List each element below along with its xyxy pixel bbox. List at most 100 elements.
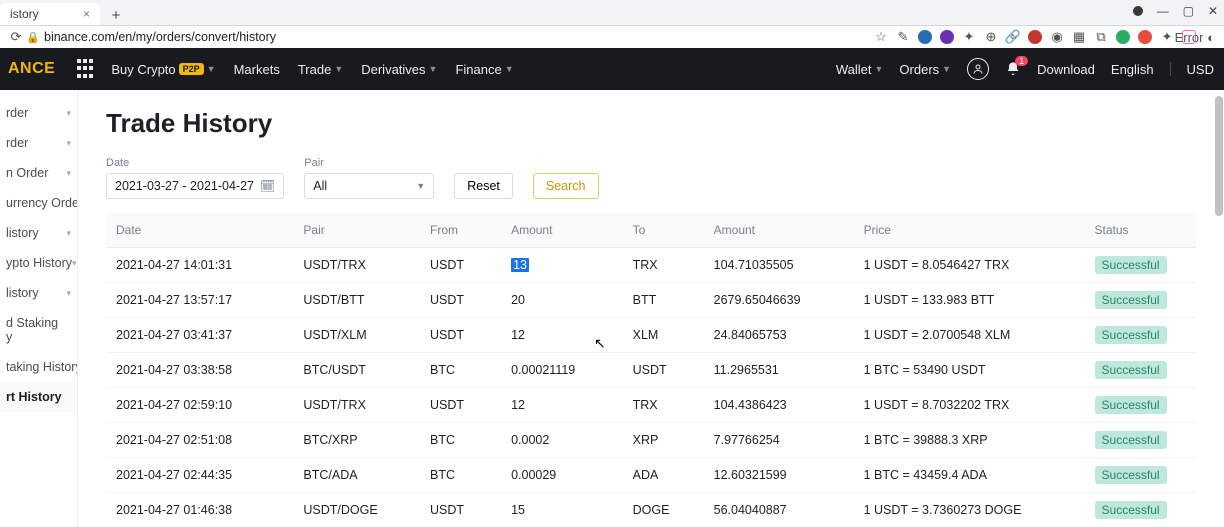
record-icon[interactable] — [1133, 6, 1143, 16]
p2p-badge: P2P — [179, 63, 204, 75]
cell-from: USDT — [420, 388, 501, 423]
ext-icon-4[interactable]: ⊕ — [984, 30, 998, 44]
nav-trade[interactable]: Trade▼ — [298, 62, 343, 77]
ext-icon-6[interactable]: ▦ — [1072, 30, 1086, 44]
scrollbar[interactable] — [1214, 90, 1224, 390]
ext-icon-8[interactable] — [1138, 30, 1152, 44]
cell-pair: USDT/TRX — [293, 388, 420, 423]
browser-chrome: istory × + — ▢ ✕ ⟳ 🔒 binance.com/en/my/o… — [0, 0, 1224, 48]
nav-language[interactable]: English — [1111, 62, 1154, 77]
ext-icon-3[interactable]: ✦ — [962, 30, 976, 44]
ext-icon-2[interactable] — [940, 30, 954, 44]
status-badge: Successful — [1095, 396, 1167, 414]
nav-derivatives[interactable]: Derivatives ▼ — [361, 62, 437, 77]
nav-label: Derivatives — [361, 62, 425, 77]
logo[interactable]: ANCE — [8, 60, 55, 78]
nav-links-right: Wallet▼ Orders▼ 1 Download English USD — [836, 58, 1214, 80]
wand-icon[interactable]: ✎ — [896, 30, 910, 44]
star-icon[interactable]: ☆ — [874, 30, 888, 44]
table-row: 2021-04-27 03:38:58BTC/USDTBTC0.00021119… — [106, 353, 1196, 388]
cell-amount-to: 11.2965531 — [704, 353, 854, 388]
scrollbar-thumb[interactable] — [1215, 96, 1223, 216]
link-icon[interactable]: 🔗 — [1006, 30, 1020, 44]
status-badge: Successful — [1095, 431, 1167, 449]
pair-select[interactable]: All ▼ — [304, 173, 434, 199]
date-range-input[interactable]: 2021-03-27 - 2021-04-27 🗓 — [106, 173, 284, 199]
cell-pair: USDT/BTT — [293, 283, 420, 318]
sidebar-item-n-order[interactable]: n Order▾ — [0, 158, 77, 188]
url-field[interactable]: binance.com/en/my/orders/convert/history — [40, 30, 874, 44]
trade-history-table: Date Pair From Amount To Amount Price St… — [106, 213, 1196, 527]
sidebar-item-crypto-history[interactable]: ypto History▾ — [0, 248, 77, 278]
sidebar-item-label: n Order — [6, 166, 48, 180]
chevron-down-icon: ▼ — [416, 181, 425, 191]
ext-icon-1[interactable] — [918, 30, 932, 44]
cell-price: 1 USDT = 133.983 BTT — [854, 283, 1085, 318]
cell-status: Successful — [1085, 283, 1196, 318]
th-from: From — [420, 213, 501, 248]
sidebar-item-history-2[interactable]: listory▾ — [0, 278, 77, 308]
nav-currency[interactable]: USD — [1187, 62, 1214, 77]
cell-amount-from: 15 — [501, 493, 623, 527]
nav-label: USD — [1187, 62, 1214, 77]
nav-download[interactable]: Download — [1037, 62, 1095, 77]
lock-icon[interactable]: 🔒 — [26, 31, 40, 44]
chevron-down-icon: ▼ — [429, 64, 438, 74]
reload-icon[interactable]: ⟳ — [6, 29, 26, 45]
maximize-icon[interactable]: ▢ — [1183, 4, 1194, 18]
close-window-icon[interactable]: ✕ — [1208, 4, 1218, 18]
sidebar-item-currency-order[interactable]: urrency Order▾ — [0, 188, 77, 218]
nav-label: Finance — [455, 62, 501, 77]
th-amount-to: Amount — [704, 213, 854, 248]
nav-orders[interactable]: Orders▼ — [899, 62, 951, 77]
nav-wallet[interactable]: Wallet▼ — [836, 62, 884, 77]
new-tab-button[interactable]: + — [106, 5, 126, 25]
table-row: 2021-04-27 02:44:35BTC/ADABTC0.00029ADA1… — [106, 458, 1196, 493]
cell-date: 2021-04-27 02:59:10 — [106, 388, 293, 423]
content-area: Trade History Date 2021-03-27 - 2021-04-… — [78, 90, 1224, 527]
table-row: 2021-04-27 02:59:10USDT/TRXUSDT12TRX104.… — [106, 388, 1196, 423]
error-badge[interactable]: Error — [1182, 30, 1196, 44]
profile-icon[interactable]: ◐ — [1204, 30, 1218, 44]
cell-amount-from: 12 — [501, 318, 623, 353]
cell-status: Successful — [1085, 353, 1196, 388]
sidebar-item-staking[interactable]: d Staking y — [0, 308, 77, 352]
nav-finance[interactable]: Finance▼ — [455, 62, 513, 77]
cell-amount-to: 104.4386423 — [704, 388, 854, 423]
cell-to: XLM — [623, 318, 704, 353]
filter-pair-label: Pair — [304, 157, 434, 169]
th-price: Price — [854, 213, 1085, 248]
reset-button[interactable]: Reset — [454, 173, 513, 199]
camera-icon[interactable]: ◉ — [1050, 30, 1064, 44]
tab-title: istory — [10, 7, 39, 21]
sidebar-item-label: taking History — [6, 360, 77, 374]
ext-icon-7[interactable] — [1116, 30, 1130, 44]
puzzle-icon[interactable]: ✦ — [1160, 30, 1174, 44]
search-button[interactable]: Search — [533, 173, 599, 199]
sidebar-item-order-1[interactable]: rder▾ — [0, 98, 77, 128]
sidebar-item-staking-history[interactable]: taking History▾ — [0, 352, 77, 382]
cell-amount-from: 0.00021119 — [501, 353, 623, 388]
browser-tab[interactable]: istory × — [0, 3, 100, 25]
th-to: To — [623, 213, 704, 248]
sidebar-item-label: rder — [6, 106, 28, 120]
bell-icon[interactable]: 1 — [1005, 61, 1021, 77]
cube-icon[interactable]: ⧉ — [1094, 30, 1108, 44]
close-icon[interactable]: × — [83, 7, 90, 21]
cell-pair: BTC/ADA — [293, 458, 420, 493]
nav-markets[interactable]: Markets — [234, 62, 280, 77]
cell-status: Successful — [1085, 458, 1196, 493]
avatar-icon[interactable] — [967, 58, 989, 80]
cell-date: 2021-04-27 03:41:37 — [106, 318, 293, 353]
sidebar-item-order-2[interactable]: rder▾ — [0, 128, 77, 158]
ext-icon-5[interactable] — [1028, 30, 1042, 44]
cell-from: BTC — [420, 423, 501, 458]
selected-text[interactable]: 13 — [511, 258, 529, 272]
sidebar-item-convert-history[interactable]: rt History — [0, 382, 77, 412]
apps-menu-icon[interactable] — [77, 59, 97, 79]
cell-amount-to: 2679.65046639 — [704, 283, 854, 318]
minimize-icon[interactable]: — — [1157, 4, 1169, 18]
cell-price: 1 BTC = 53490 USDT — [854, 353, 1085, 388]
sidebar-item-history-1[interactable]: listory▾ — [0, 218, 77, 248]
nav-buy-crypto[interactable]: Buy Crypto P2P ▼ — [111, 62, 215, 77]
